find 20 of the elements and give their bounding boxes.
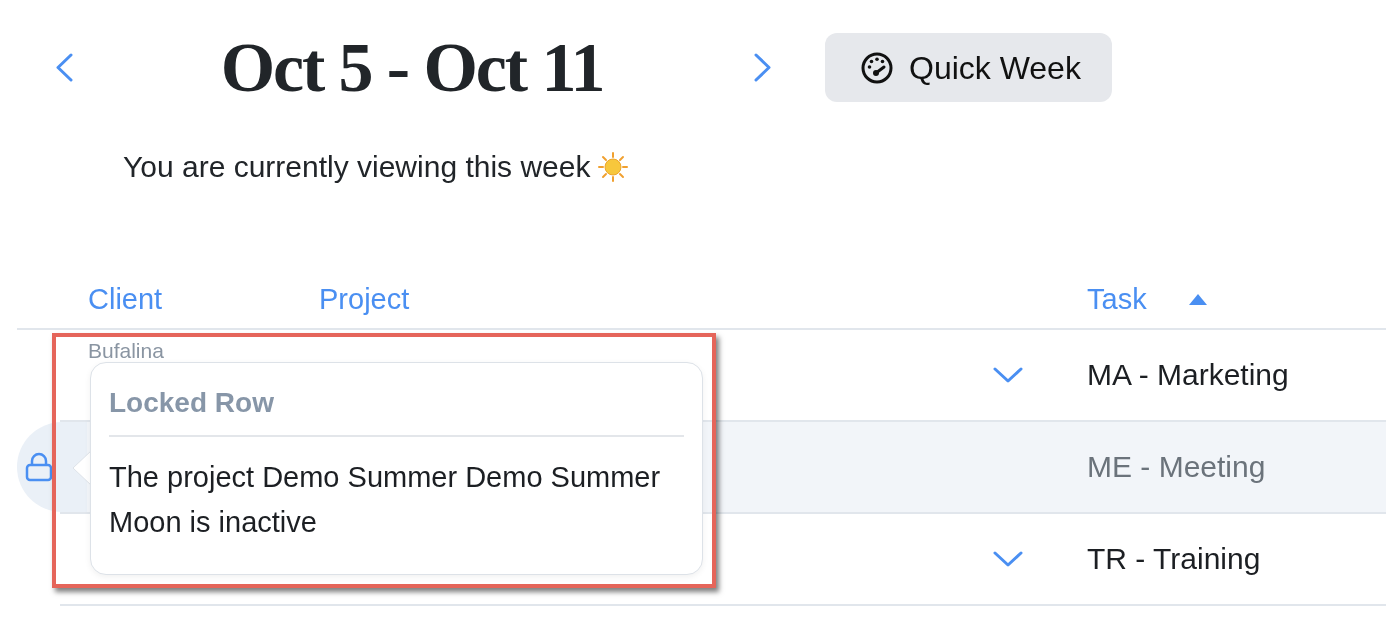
chevron-right-icon — [753, 53, 771, 82]
client-name: Bufalina — [88, 339, 164, 362]
chevron-down-icon — [993, 551, 1023, 567]
tooltip-message: The project Demo Summer Demo Summer Moon is inactive — [109, 460, 662, 540]
sun-icon — [598, 152, 629, 182]
chevron-left-icon — [55, 53, 73, 82]
chevron-down-icon — [993, 367, 1023, 383]
column-header[interactable]: Project — [319, 281, 410, 317]
tooltip-title: Locked Row — [109, 386, 275, 420]
task-name: TR - Training — [1087, 541, 1261, 577]
subtitle-text: You are currently viewing this week — [123, 149, 591, 185]
quick-week-button[interactable]: Quick Week — [825, 33, 1112, 102]
gauge-icon — [861, 51, 893, 84]
task-name: MA - Marketing — [1087, 357, 1289, 393]
task-name: ME - Meeting — [1087, 449, 1266, 485]
column-header[interactable]: Task — [1087, 281, 1147, 317]
expand-row-button[interactable] — [993, 367, 1023, 383]
expand-row-button[interactable] — [993, 551, 1023, 567]
column-header[interactable]: Client — [88, 281, 163, 317]
week-title: Oct 5 - Oct 11 — [220, 27, 604, 108]
